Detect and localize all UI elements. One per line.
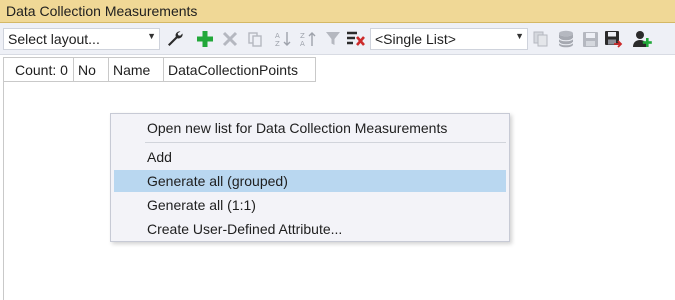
menu-item-label: Create User-Defined Attribute...: [147, 221, 343, 237]
grid-left-border: [3, 82, 4, 300]
window-title-bar: Data Collection Measurements: [0, 0, 675, 23]
menu-item-label: Open new list for Data Collection Measur…: [147, 120, 448, 136]
record-count-label: Count: 0: [15, 62, 68, 78]
sort-ascending-icon[interactable]: AZ: [273, 29, 293, 49]
database-icon[interactable]: [556, 29, 576, 49]
svg-text:Z: Z: [275, 40, 280, 48]
menu-item-open-new-list[interactable]: Open new list for Data Collection Measur…: [114, 117, 506, 139]
filter-icon[interactable]: [323, 29, 343, 49]
menu-item-label: Generate all (grouped): [147, 173, 288, 189]
column-header-label: No: [78, 62, 96, 78]
menu-separator: [145, 142, 506, 143]
duplicate-icon[interactable]: [531, 29, 551, 49]
menu-item-generate-all-grouped[interactable]: Generate all (grouped): [114, 170, 506, 192]
svg-text:A: A: [300, 40, 305, 48]
list-mode-select-value: <Single List>: [375, 31, 456, 47]
menu-item-label: Add: [147, 149, 172, 165]
column-header-label: Name: [113, 62, 151, 78]
svg-text:A: A: [275, 32, 280, 40]
menu-item-add[interactable]: Add: [114, 146, 506, 168]
record-count: Count: 0: [3, 57, 73, 82]
toolbar: Select layout... ▼ AZ ZA <Single List> ▼: [0, 23, 675, 55]
list-mode-select[interactable]: <Single List> ▼: [370, 28, 528, 50]
save-icon[interactable]: [580, 29, 600, 49]
copy-icon[interactable]: [245, 29, 265, 49]
layout-select[interactable]: Select layout... ▼: [3, 28, 160, 50]
column-header-name[interactable]: Name: [108, 57, 163, 82]
menu-item-generate-all-1-1[interactable]: Generate all (1:1): [114, 194, 506, 216]
save-as-icon[interactable]: [603, 29, 623, 49]
layout-select-value: Select layout...: [8, 31, 100, 47]
menu-item-label: Generate all (1:1): [147, 197, 256, 213]
column-header-label: DataCollectionPoints: [168, 62, 298, 78]
column-header-no[interactable]: No: [73, 57, 108, 82]
column-header-datacollectionpoints[interactable]: DataCollectionPoints: [163, 57, 316, 82]
chevron-down-icon: ▼: [515, 31, 524, 41]
window-title: Data Collection Measurements: [6, 3, 198, 19]
menu-item-create-user-defined-attribute[interactable]: Create User-Defined Attribute...: [114, 218, 506, 240]
wrench-icon[interactable]: [165, 29, 185, 49]
delete-icon[interactable]: [220, 29, 240, 49]
chevron-down-icon: ▼: [147, 31, 156, 41]
add-icon[interactable]: [195, 29, 215, 49]
clear-filter-icon[interactable]: [346, 29, 366, 49]
sort-descending-icon[interactable]: ZA: [298, 29, 318, 49]
grid-header: Count: 0 No Name DataCollectionPoints: [3, 57, 316, 82]
svg-text:Z: Z: [300, 32, 305, 40]
add-user-icon[interactable]: [632, 29, 652, 49]
context-menu: Open new list for Data Collection Measur…: [110, 113, 510, 242]
